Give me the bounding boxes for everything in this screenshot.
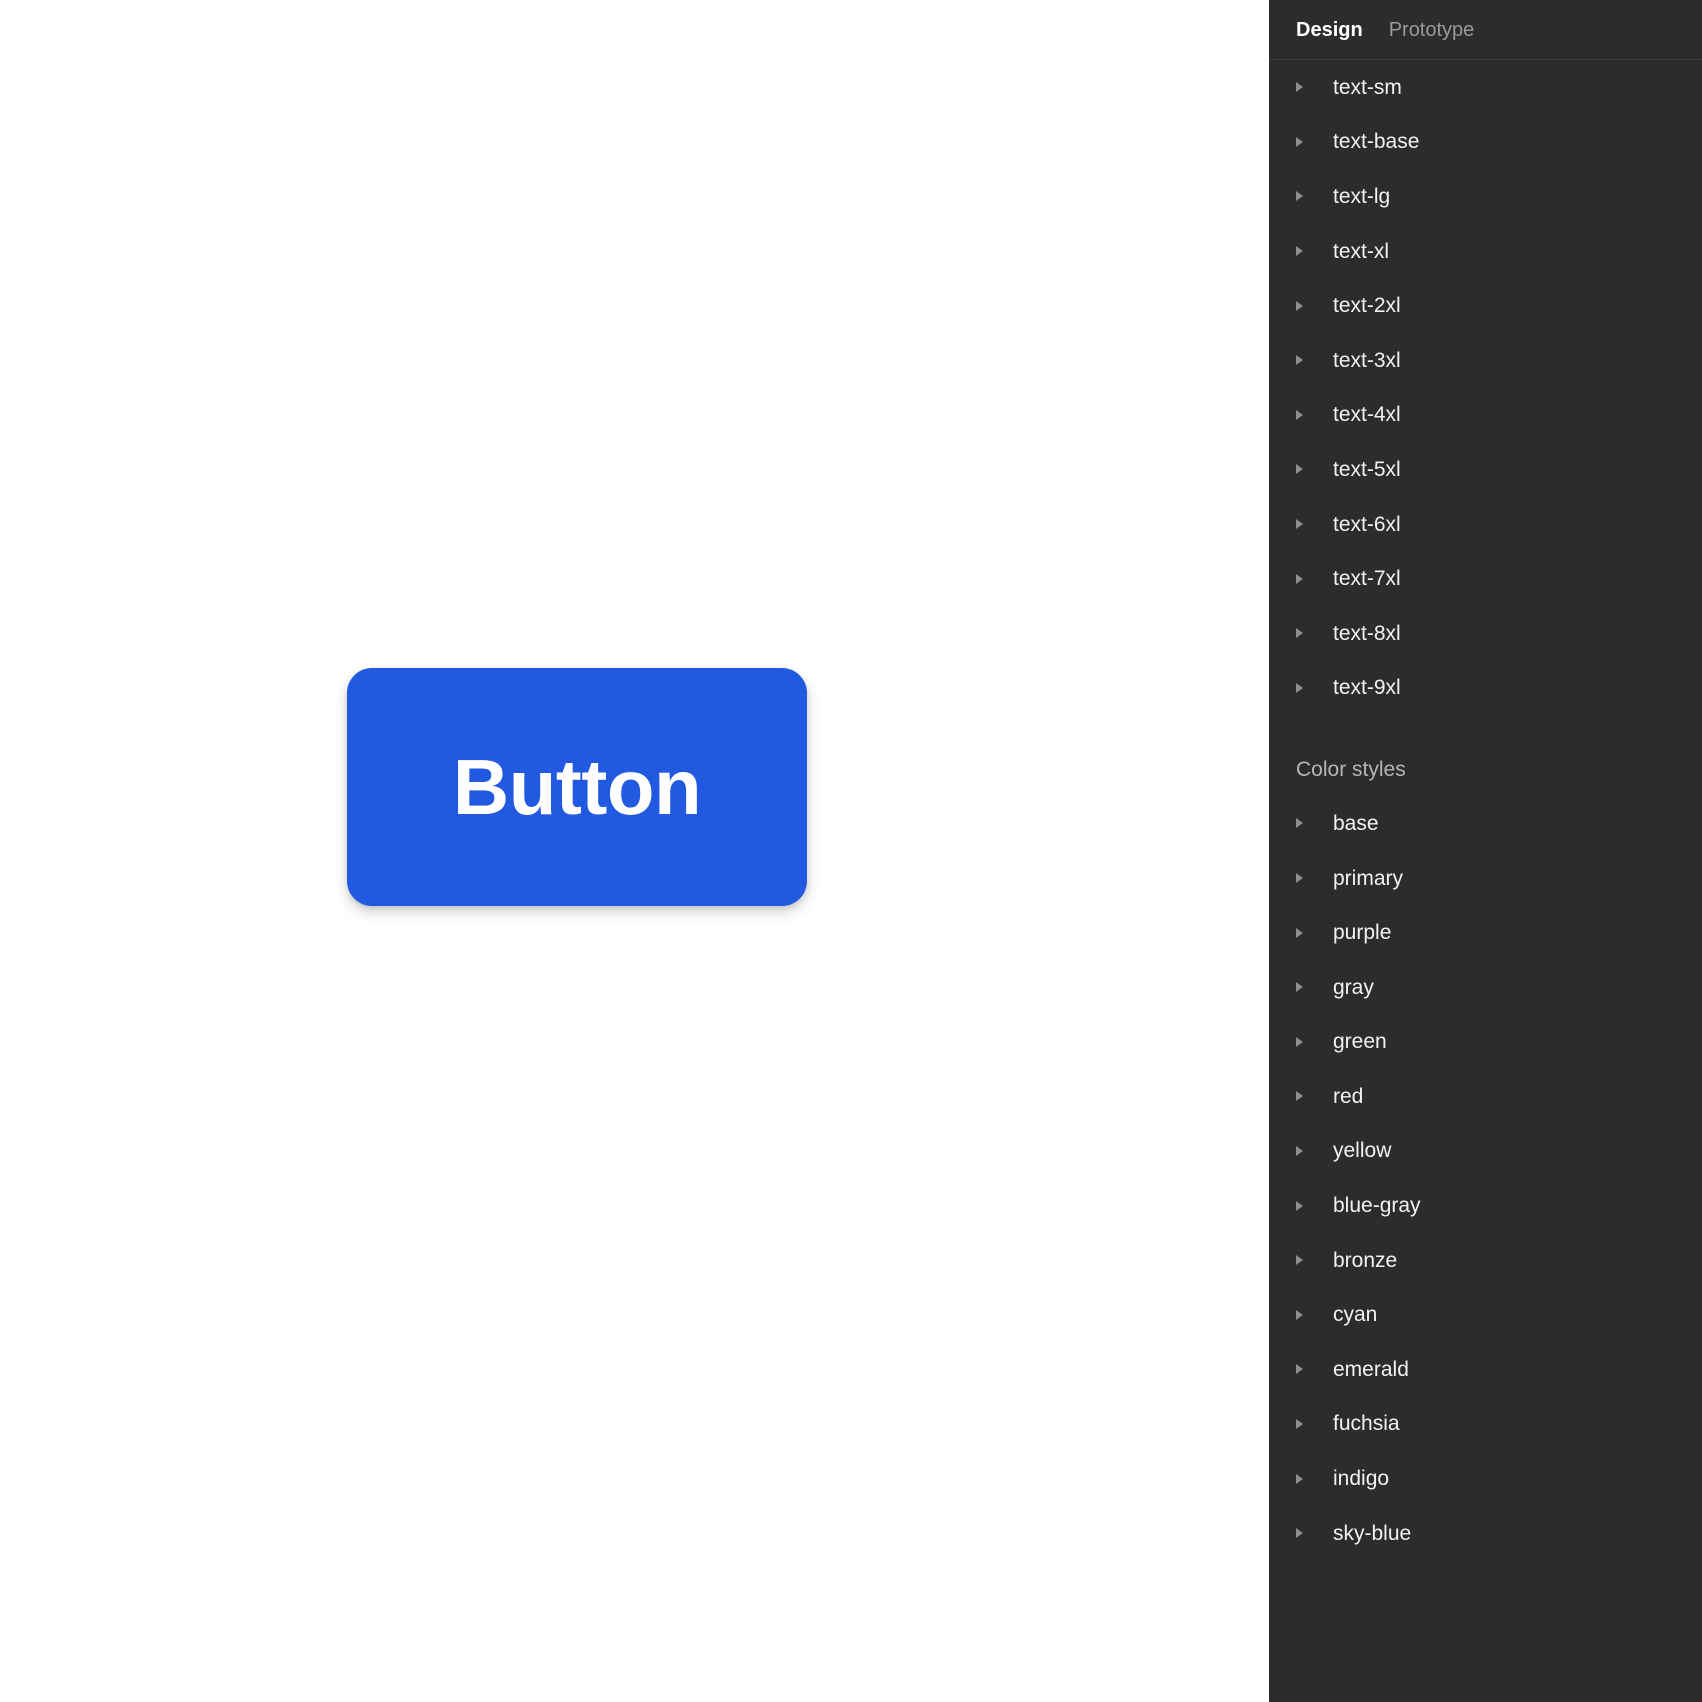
style-row-label: text-4xl xyxy=(1333,403,1401,427)
style-row-label: text-sm xyxy=(1333,75,1402,99)
color-row-label: cyan xyxy=(1333,1303,1378,1327)
chevron-right-icon[interactable] xyxy=(1296,628,1318,639)
style-row-text-4xl[interactable]: text-4xl xyxy=(1269,388,1702,443)
chevron-right-icon[interactable] xyxy=(1296,982,1318,993)
style-row-text-5xl[interactable]: text-5xl xyxy=(1269,442,1702,497)
chevron-right-icon[interactable] xyxy=(1296,1091,1318,1102)
color-row-label: yellow xyxy=(1333,1139,1392,1163)
color-row-indigo[interactable]: indigo xyxy=(1269,1451,1702,1506)
color-styles-section-header: Color styles xyxy=(1269,742,1702,796)
vertical-scrollbar-track[interactable] xyxy=(1248,0,1264,1702)
color-row-base[interactable]: base xyxy=(1269,796,1702,851)
color-row-fuchsia[interactable]: fuchsia xyxy=(1269,1397,1702,1452)
chevron-right-icon[interactable] xyxy=(1296,1200,1318,1211)
chevron-right-icon[interactable] xyxy=(1296,355,1318,366)
color-row-green[interactable]: green xyxy=(1269,1015,1702,1070)
chevron-right-icon[interactable] xyxy=(1296,927,1318,938)
tab-prototype[interactable]: Prototype xyxy=(1389,20,1475,40)
chevron-right-icon[interactable] xyxy=(1296,300,1318,311)
style-row-label: text-9xl xyxy=(1333,676,1401,700)
color-row-gray[interactable]: gray xyxy=(1269,960,1702,1015)
color-styles-header-label: Color styles xyxy=(1296,757,1406,781)
panel-tab-bar: Design Prototype xyxy=(1269,0,1702,60)
chevron-right-icon[interactable] xyxy=(1296,1473,1318,1484)
chevron-right-icon[interactable] xyxy=(1296,682,1318,693)
color-row-label: blue-gray xyxy=(1333,1194,1421,1218)
chevron-right-icon[interactable] xyxy=(1296,409,1318,420)
color-row-cyan[interactable]: cyan xyxy=(1269,1287,1702,1342)
color-row-label: bronze xyxy=(1333,1248,1398,1272)
style-row-text-sm[interactable]: text-sm xyxy=(1269,60,1702,115)
chevron-right-icon[interactable] xyxy=(1296,1418,1318,1429)
horizontal-scrollbar-track[interactable] xyxy=(0,1676,1269,1696)
style-row-label: text-5xl xyxy=(1333,457,1401,481)
color-row-yellow[interactable]: yellow xyxy=(1269,1124,1702,1179)
color-row-label: emerald xyxy=(1333,1357,1409,1381)
style-row-label: text-8xl xyxy=(1333,621,1401,645)
style-row-label: text-lg xyxy=(1333,184,1391,208)
canvas-button-label: Button xyxy=(452,743,702,831)
color-row-label: red xyxy=(1333,1084,1364,1108)
chevron-right-icon[interactable] xyxy=(1296,1364,1318,1375)
color-row-label: primary xyxy=(1333,866,1404,890)
style-row-text-lg[interactable]: text-lg xyxy=(1269,169,1702,224)
style-row-text-9xl[interactable]: text-9xl xyxy=(1269,661,1702,716)
chevron-right-icon[interactable] xyxy=(1296,873,1318,884)
color-row-label: green xyxy=(1333,1030,1387,1054)
color-row-label: purple xyxy=(1333,921,1392,945)
color-styles-list: base primary purple gray green red yello… xyxy=(1269,796,1702,1560)
chevron-right-icon[interactable] xyxy=(1296,1309,1318,1320)
color-row-purple[interactable]: purple xyxy=(1269,905,1702,960)
style-row-text-base[interactable]: text-base xyxy=(1269,115,1702,170)
style-row-label: text-7xl xyxy=(1333,567,1401,591)
color-row-label: gray xyxy=(1333,975,1374,999)
style-row-label: text-xl xyxy=(1333,239,1390,263)
tab-design[interactable]: Design xyxy=(1296,20,1363,40)
color-row-primary[interactable]: primary xyxy=(1269,851,1702,906)
style-row-text-8xl[interactable]: text-8xl xyxy=(1269,606,1702,661)
chevron-right-icon[interactable] xyxy=(1296,136,1318,147)
color-row-emerald[interactable]: emerald xyxy=(1269,1342,1702,1397)
color-row-label: sky-blue xyxy=(1333,1521,1412,1545)
chevron-right-icon[interactable] xyxy=(1296,519,1318,530)
style-row-text-2xl[interactable]: text-2xl xyxy=(1269,278,1702,333)
chevron-right-icon[interactable] xyxy=(1296,1255,1318,1266)
color-row-red[interactable]: red xyxy=(1269,1069,1702,1124)
color-row-bronze[interactable]: bronze xyxy=(1269,1233,1702,1288)
style-row-text-xl[interactable]: text-xl xyxy=(1269,224,1702,279)
style-row-text-3xl[interactable]: text-3xl xyxy=(1269,333,1702,388)
chevron-right-icon[interactable] xyxy=(1296,246,1318,257)
chevron-right-icon[interactable] xyxy=(1296,82,1318,93)
style-row-label: text-3xl xyxy=(1333,348,1401,372)
chevron-right-icon[interactable] xyxy=(1296,573,1318,584)
panel-content: text-sm text-base text-lg text-xl text-2… xyxy=(1269,60,1702,1702)
canvas-button-element[interactable]: Button xyxy=(347,668,807,906)
style-row-label: text-2xl xyxy=(1333,294,1401,318)
right-sidebar-panel: Design Prototype text-sm text-base text-… xyxy=(1269,0,1702,1702)
chevron-right-icon[interactable] xyxy=(1296,1528,1318,1539)
chevron-right-icon[interactable] xyxy=(1296,191,1318,202)
chevron-right-icon[interactable] xyxy=(1296,1145,1318,1156)
style-row-label: text-base xyxy=(1333,130,1420,154)
chevron-right-icon[interactable] xyxy=(1296,1036,1318,1047)
chevron-right-icon[interactable] xyxy=(1296,818,1318,829)
color-row-label: indigo xyxy=(1333,1467,1390,1491)
color-row-blue-gray[interactable]: blue-gray xyxy=(1269,1178,1702,1233)
style-row-text-7xl[interactable]: text-7xl xyxy=(1269,551,1702,606)
color-row-sky-blue[interactable]: sky-blue xyxy=(1269,1506,1702,1561)
color-row-label: base xyxy=(1333,811,1379,835)
design-canvas[interactable]: Button xyxy=(0,0,1269,1702)
chevron-right-icon[interactable] xyxy=(1296,464,1318,475)
style-row-label: text-6xl xyxy=(1333,512,1401,536)
app-root: Button Design Prototype text-sm text-bas… xyxy=(0,0,1702,1702)
text-styles-list: text-sm text-base text-lg text-xl text-2… xyxy=(1269,60,1702,715)
color-row-label: fuchsia xyxy=(1333,1412,1400,1436)
style-row-text-6xl[interactable]: text-6xl xyxy=(1269,497,1702,552)
